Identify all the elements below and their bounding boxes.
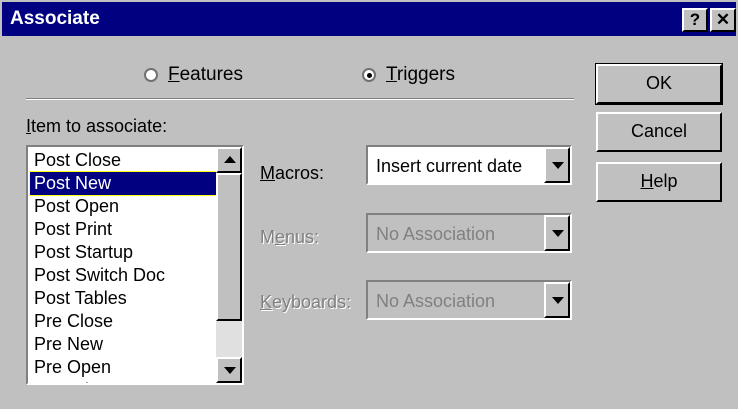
ok-button[interactable]: OK	[595, 63, 723, 105]
window-title: Associate	[10, 8, 100, 29]
keyboards-value: No Association	[376, 291, 496, 311]
associate-dialog: Associate ? ✕ Features Triggers Item to …	[0, 0, 738, 409]
list-item[interactable]: Post Close	[30, 149, 216, 172]
list-items: Post Close Post New Post Open Post Print Pos…	[29, 149, 217, 383]
arrow-down-icon	[224, 367, 236, 374]
chevron-down-icon	[552, 297, 564, 304]
help-button[interactable]: Help	[596, 162, 722, 202]
list-item[interactable]: Pre Close	[30, 310, 216, 333]
item-listbox[interactable]: Post Close Post New Post Open Post Print Pos…	[26, 145, 244, 385]
chevron-down-icon	[552, 162, 564, 169]
macros-value: Insert current date	[376, 156, 523, 176]
list-item[interactable]: Post Tables	[30, 287, 216, 310]
keyboards-label: Keyboards:	[260, 292, 352, 312]
title-bar[interactable]: Associate ? ✕	[2, 2, 736, 36]
vertical-scrollbar[interactable]	[216, 147, 242, 383]
arrow-up-icon	[224, 156, 236, 163]
list-item[interactable]: Pre Open	[30, 356, 216, 379]
scroll-thumb[interactable]	[216, 173, 242, 321]
list-item[interactable]: Pre New	[30, 333, 216, 356]
menus-dropdown: No Association	[366, 213, 572, 253]
keyboards-dropdown: No Association	[366, 280, 572, 320]
macros-dropdown[interactable]: Insert current date	[366, 145, 572, 185]
list-item[interactable]: Post Startup	[30, 241, 216, 264]
keyboards-dropdown-button	[544, 282, 570, 318]
triggers-radio[interactable]: Triggers	[362, 62, 455, 88]
radio-selected-icon	[362, 68, 376, 82]
menus-value: No Association	[376, 224, 496, 244]
triggers-label: Triggers	[386, 64, 455, 85]
list-item[interactable]: Post Print	[30, 218, 216, 241]
separator	[26, 98, 574, 100]
list-item[interactable]: Post Open	[30, 195, 216, 218]
radio-circle-icon	[144, 68, 158, 82]
close-icon[interactable]: ✕	[710, 8, 736, 32]
cancel-button[interactable]: Cancel	[596, 112, 722, 152]
menus-label: Menus:	[260, 227, 320, 247]
help-icon[interactable]: ?	[682, 8, 708, 32]
features-radio[interactable]: Features	[144, 62, 243, 88]
features-label: Features	[168, 64, 243, 85]
chevron-down-icon	[552, 230, 564, 237]
scroll-down-button[interactable]	[216, 357, 242, 383]
macros-label: Macros:	[260, 163, 325, 183]
scroll-up-button[interactable]	[216, 147, 242, 173]
menus-dropdown-button	[544, 215, 570, 251]
macros-dropdown-button[interactable]	[544, 147, 570, 183]
item-to-associate-label: Item to associate:	[26, 116, 168, 136]
list-item[interactable]: Pre Print	[30, 379, 216, 383]
list-item[interactable]: Post New	[29, 171, 217, 196]
list-item[interactable]: Post Switch Doc	[30, 264, 216, 287]
